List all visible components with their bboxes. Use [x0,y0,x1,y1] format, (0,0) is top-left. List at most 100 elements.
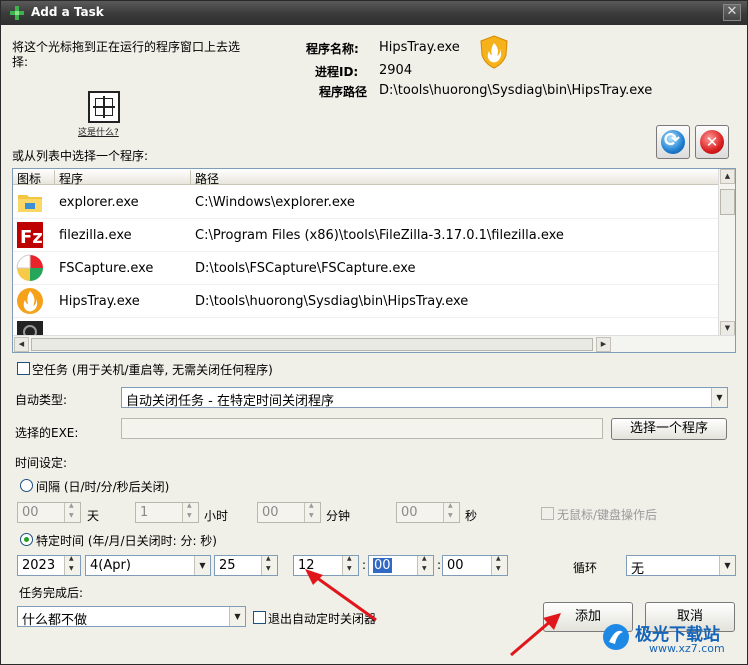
column-program[interactable]: 程序 [59,170,83,187]
list-row-explorer[interactable]: explorer.exe C:\Windows\explorer.exe [13,186,719,219]
scroll-left-icon[interactable]: ◀ [14,337,29,352]
no-input-label: 无鼠标/键盘操作后 [557,508,658,522]
loop-select[interactable]: 无 ▼ [626,555,736,576]
spin-icon[interactable] [182,503,198,522]
minutes-spinner[interactable]: 00 [257,502,321,523]
watermark-url: www.xz7.com [649,642,725,655]
days-unit: 天 [87,509,100,523]
empty-task-label: 空任务 (用于关机/重启等, 无需关闭任何程序) [32,363,273,377]
second-spinner[interactable]: 00 [442,555,508,576]
refresh-list-button[interactable] [656,125,690,159]
spin-icon[interactable] [64,556,80,575]
auto-type-label: 自动类型: [15,393,68,407]
dialog-body: 将这个光标拖到正在运行的程序窗口上去选择: 这是什么? 程序名称: HipsTr… [1,25,747,664]
filezilla-icon: Fz [16,221,44,249]
list-header: 图标 程序 路径 [13,169,719,187]
row-name: explorer.exe [59,195,139,210]
chevron-down-icon[interactable]: ▼ [194,556,210,575]
minute-value: 00 [372,557,393,574]
spin-icon[interactable] [64,503,80,522]
program-name-value: HipsTray.exe [379,40,460,55]
scroll-down-icon[interactable]: ▼ [720,321,735,336]
seconds-spinner[interactable]: 00 [396,502,460,523]
loop-value: 无 [631,562,645,576]
choose-program-button[interactable]: 选择一个程序 [611,418,727,440]
time-colon: : [362,558,367,572]
hour-spinner[interactable]: 12 [293,555,359,576]
watermark: 极光下载站 www.xz7.com [601,618,741,660]
seconds-unit: 秒 [465,509,478,523]
day-value: 25 [219,558,236,573]
chevron-down-icon[interactable]: ▼ [229,607,245,626]
hours-value: 1 [140,505,149,520]
after-complete-select[interactable]: 什么都不做 ▼ [17,606,246,627]
row-name: filezilla.exe [59,228,132,243]
row-name: FSCapture.exe [59,261,154,276]
interval-label: 间隔 (日/时/分/秒后关闭) [36,480,170,494]
list-row-hipstray[interactable]: HipsTray.exe D:\tools\huorong\Sysdiag\bi… [13,285,719,318]
scroll-thumb[interactable] [720,189,735,215]
row-path: D:\tools\FSCapture\FSCapture.exe [195,261,416,276]
scroll-right-icon[interactable]: ▶ [596,337,611,352]
huorong-shield-icon [479,35,509,72]
spin-icon[interactable] [491,556,507,575]
program-name-label: 程序名称: [306,42,359,56]
spin-icon[interactable] [304,503,320,522]
scroll-up-icon[interactable]: ▲ [720,169,735,184]
chevron-down-icon[interactable]: ▼ [711,388,727,407]
interval-radio[interactable] [20,479,33,492]
list-section-label: 或从列表中选择一个程序: [12,149,149,163]
finder-instruction: 将这个光标拖到正在运行的程序窗口上去选择: [12,40,241,69]
remove-button[interactable]: ✕ [695,125,729,159]
seconds-value: 00 [401,505,418,520]
spin-icon[interactable] [417,556,433,575]
exit-app-label: 退出自动定时关闭器 [268,612,377,626]
minute-spinner[interactable]: 00 [368,555,434,576]
close-red-icon: ✕ [700,130,724,154]
list-vertical-scrollbar[interactable]: ▲ ▼ [718,169,735,337]
list-row-filezilla[interactable]: Fz filezilla.exe C:\Program Files (x86)\… [13,219,719,252]
crosshair-finder-icon[interactable] [88,91,120,123]
after-complete-value: 什么都不做 [22,613,88,627]
year-value: 2023 [22,558,56,573]
close-window-button[interactable]: ✕ [723,4,741,21]
list-horizontal-scrollbar[interactable]: ◀ ▶ [13,335,735,352]
spin-icon[interactable] [261,556,277,575]
list-row-fscapture[interactable]: FSCapture.exe D:\tools\FSCapture\FSCaptu… [13,252,719,285]
selected-exe-label: 选择的EXE: [15,426,79,440]
loop-label: 循环 [573,561,598,575]
time-settings-label: 时间设定: [15,456,68,470]
refresh-icon [661,129,685,154]
after-complete-label: 任务完成后: [19,586,84,600]
selected-exe-field[interactable] [121,418,603,439]
days-spinner[interactable]: 00 [17,502,81,523]
day-spinner[interactable]: 25 [214,555,278,576]
column-path[interactable]: 路径 [195,170,219,187]
auto-type-select[interactable]: 自动关闭任务 - 在特定时间关闭程序 ▼ [121,387,728,408]
fscapture-icon [16,254,44,282]
exit-app-checkbox[interactable] [253,611,266,624]
scroll-thumb-h[interactable] [31,338,593,351]
folder-icon [16,188,44,216]
no-input-checkbox[interactable] [541,507,554,520]
title-bar[interactable]: Add a Task ✕ [1,1,747,25]
hour-value: 12 [298,558,315,573]
empty-task-checkbox[interactable] [17,362,30,375]
pid-value: 2904 [379,63,413,78]
watermark-logo-icon [601,622,631,655]
row-path: C:\Program Files (x86)\tools\FileZilla-3… [195,228,564,243]
minutes-unit: 分钟 [326,509,351,523]
row-name: HipsTray.exe [59,294,140,309]
column-icon[interactable]: 图标 [17,170,41,187]
row-path: D:\tools\huorong\Sysdiag\bin\HipsTray.ex… [195,294,469,309]
year-spinner[interactable]: 2023 [17,555,81,576]
month-select[interactable]: 4(Apr) ▼ [85,555,211,576]
spin-icon[interactable] [342,556,358,575]
process-list[interactable]: 图标 程序 路径 explorer.exe C:\Windows\explore… [12,168,736,353]
spin-icon[interactable] [443,503,459,522]
chevron-down-icon[interactable]: ▼ [719,556,735,575]
whats-this-link[interactable]: 这是什么? [78,125,119,138]
specific-time-radio[interactable] [20,533,33,546]
hours-spinner[interactable]: 1 [135,502,199,523]
huorong-icon [16,287,44,315]
